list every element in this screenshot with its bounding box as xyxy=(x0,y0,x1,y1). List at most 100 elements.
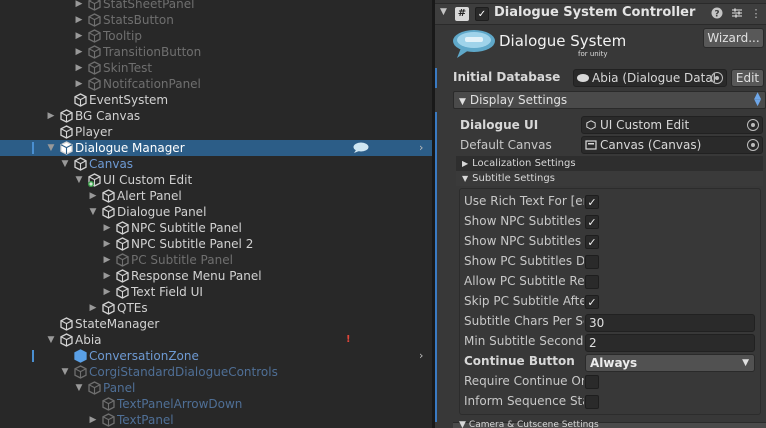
hierarchy-row[interactable]: ▶ Response Menu Panel xyxy=(0,268,432,284)
expand-arrow-icon[interactable]: ▶ xyxy=(88,412,98,428)
hierarchy-row[interactable]: ▶ TextPanel xyxy=(0,412,432,428)
hierarchy-row[interactable]: ▼ Dialogue Panel xyxy=(0,204,432,220)
hierarchy-row[interactable]: ▶ TransitionButton xyxy=(0,44,432,60)
setting-checkbox[interactable] xyxy=(585,255,599,269)
expand-arrow-icon[interactable]: ▶ xyxy=(46,108,56,124)
cube-icon xyxy=(60,109,73,123)
setting-label: Subtitle Chars Per Se xyxy=(464,314,584,328)
expand-arrow-icon[interactable]: ▶ xyxy=(102,236,112,252)
edit-database-button[interactable]: Edit xyxy=(731,69,764,87)
collapse-arrow-icon[interactable]: ▼ xyxy=(60,364,70,380)
setting-number-field[interactable]: 30 xyxy=(585,314,755,332)
row-marker xyxy=(32,350,34,362)
continue-button-dropdown[interactable]: Always ▼ xyxy=(585,354,755,372)
setting-checkbox[interactable] xyxy=(585,395,599,409)
expand-arrow-icon[interactable]: ▶ xyxy=(102,268,112,284)
hierarchy-row[interactable]: ▼ Canvas xyxy=(0,156,432,172)
cube-icon xyxy=(60,125,73,139)
setting-checkbox[interactable]: ✓ xyxy=(585,195,599,209)
hierarchy-row[interactable]: Player xyxy=(0,124,432,140)
expand-arrow-icon[interactable]: ▶ xyxy=(74,44,84,60)
cube-icon xyxy=(102,397,115,411)
hierarchy-row[interactable]: ▶ NotifcationPanel xyxy=(0,76,432,92)
hierarchy-row[interactable]: ▶ Alert Panel xyxy=(0,188,432,204)
subtitle-settings-foldout[interactable]: ▼ Subtitle Settings xyxy=(456,171,763,186)
hierarchy-row[interactable]: ▶ BG Canvas xyxy=(0,108,432,124)
cube-icon xyxy=(88,61,101,75)
default-canvas-field[interactable]: Canvas (Canvas) xyxy=(581,136,763,154)
initial-database-field[interactable]: Abia (Dialogue Datal xyxy=(573,69,727,87)
expand-arrow-icon[interactable]: ▶ xyxy=(102,220,112,236)
cube-icon xyxy=(88,0,101,11)
hierarchy-row[interactable]: ▼ CorgiStandardDialogueControls xyxy=(0,364,432,380)
cube-icon xyxy=(116,269,129,283)
hierarchy-row[interactable]: ▶ NPC Subtitle Panel 2 xyxy=(0,236,432,252)
hierarchy-row[interactable]: ▶ QTEs xyxy=(0,300,432,316)
hierarchy-row[interactable]: ▶ SkinTest xyxy=(0,60,432,76)
hierarchy-row-label: TransitionButton xyxy=(103,45,202,59)
hierarchy-panel: ▶ StatSheetPanel ▶ StatsButton ▶ Tooltip ▶ Tran… xyxy=(0,0,432,428)
collapse-arrow-icon[interactable]: ▼ xyxy=(88,204,98,220)
expand-arrow-icon[interactable]: ▶ xyxy=(102,252,112,268)
reorder-icon[interactable]: ▲ ▼ xyxy=(754,92,761,108)
cube-icon xyxy=(74,93,87,107)
hierarchy-row[interactable]: ▶ PC Subtitle Panel xyxy=(0,252,432,268)
expand-arrow-icon[interactable]: ▶ xyxy=(88,300,98,316)
setting-checkbox[interactable]: ✓ xyxy=(585,295,599,309)
setting-checkbox[interactable] xyxy=(585,275,599,289)
hierarchy-row[interactable]: ▼ Panel xyxy=(0,380,432,396)
expand-arrow-icon[interactable]: ▶ xyxy=(74,0,84,12)
collapse-arrow-icon[interactable]: ▼ xyxy=(60,156,70,172)
expand-arrow-icon[interactable]: ▶ xyxy=(74,76,84,92)
hierarchy-row-label: TextPanel xyxy=(117,413,174,427)
expand-arrow-icon[interactable]: ▶ xyxy=(102,284,112,300)
setting-label: Allow PC Subtitle Rer xyxy=(464,274,584,288)
hierarchy-row[interactable]: ConversationZone › xyxy=(0,348,432,364)
wizard-button[interactable]: Wizard... xyxy=(703,28,764,48)
collapse-arrow-icon[interactable]: ▼ xyxy=(74,380,84,396)
expand-arrow-icon[interactable]: ▶ xyxy=(74,12,84,28)
hierarchy-row[interactable]: ▶ Tooltip xyxy=(0,28,432,44)
display-settings-foldout[interactable]: ▼ Display Settings ▲ ▼ xyxy=(453,91,766,109)
hierarchy-row-label: StatSheetPanel xyxy=(103,0,195,11)
localization-settings-foldout[interactable]: ▶ Localization Settings xyxy=(456,156,763,171)
hierarchy-row[interactable]: StateManager xyxy=(0,316,432,332)
expand-arrow-icon[interactable]: ▶ xyxy=(88,188,98,204)
cube-icon xyxy=(74,157,87,171)
expand-arrow-icon[interactable]: ▶ xyxy=(74,28,84,44)
setting-label: Show NPC Subtitles I xyxy=(464,214,584,228)
component-enabled-checkbox[interactable]: ✓ xyxy=(475,7,489,21)
collapse-arrow-icon[interactable]: ▼ xyxy=(74,172,84,188)
hierarchy-row[interactable]: ▶ Text Field UI xyxy=(0,284,432,300)
hierarchy-row[interactable]: ▼ Abia! xyxy=(0,332,432,348)
hierarchy-row[interactable]: EventSystem xyxy=(0,92,432,108)
help-icon[interactable]: ? xyxy=(710,7,724,22)
object-picker-icon[interactable] xyxy=(747,119,759,131)
hierarchy-row-label: Response Menu Panel xyxy=(131,269,262,283)
chevron-right-icon[interactable]: › xyxy=(419,140,423,156)
hierarchy-row[interactable]: ▶ StatSheetPanel xyxy=(0,0,432,12)
foldout-arrow-icon[interactable]: ▼ xyxy=(440,7,447,17)
setting-checkbox[interactable]: ✓ xyxy=(585,215,599,229)
object-picker-icon[interactable] xyxy=(711,72,723,84)
setting-checkbox[interactable]: ✓ xyxy=(585,235,599,249)
hierarchy-row[interactable]: ▼ Dialogue Manager › xyxy=(0,140,432,156)
hierarchy-row[interactable]: ▶ StatsButton xyxy=(0,12,432,28)
hierarchy-row[interactable]: ▼ UI Custom Edit xyxy=(0,172,432,188)
collapse-arrow-icon[interactable]: ▼ xyxy=(46,332,56,348)
camera-cutscene-settings-text: Camera & Cutscene Settings xyxy=(468,420,599,428)
more-options-icon[interactable]: ⋮ xyxy=(749,7,763,20)
setting-checkbox[interactable] xyxy=(585,375,599,389)
chevron-right-icon[interactable]: › xyxy=(419,348,423,364)
hierarchy-row[interactable]: ▶ NPC Subtitle Panel xyxy=(0,220,432,236)
expand-arrow-icon[interactable]: ▶ xyxy=(74,60,84,76)
setting-number-field[interactable]: 2 xyxy=(585,334,755,352)
collapse-arrow-icon[interactable]: ▼ xyxy=(46,140,56,156)
camera-cutscene-settings-foldout[interactable]: ▼ Camera & Cutscene Settings xyxy=(453,420,766,428)
component-header[interactable]: ▼ # ✓ Dialogue System Controller ? ⋮ xyxy=(435,3,766,25)
dialogue-ui-field[interactable]: UI Custom Edit xyxy=(581,116,763,134)
hierarchy-row-label: Canvas xyxy=(89,157,134,171)
hierarchy-row[interactable]: TextPanelArrowDown xyxy=(0,396,432,412)
preset-icon[interactable] xyxy=(730,7,744,22)
object-picker-icon[interactable] xyxy=(747,139,759,151)
